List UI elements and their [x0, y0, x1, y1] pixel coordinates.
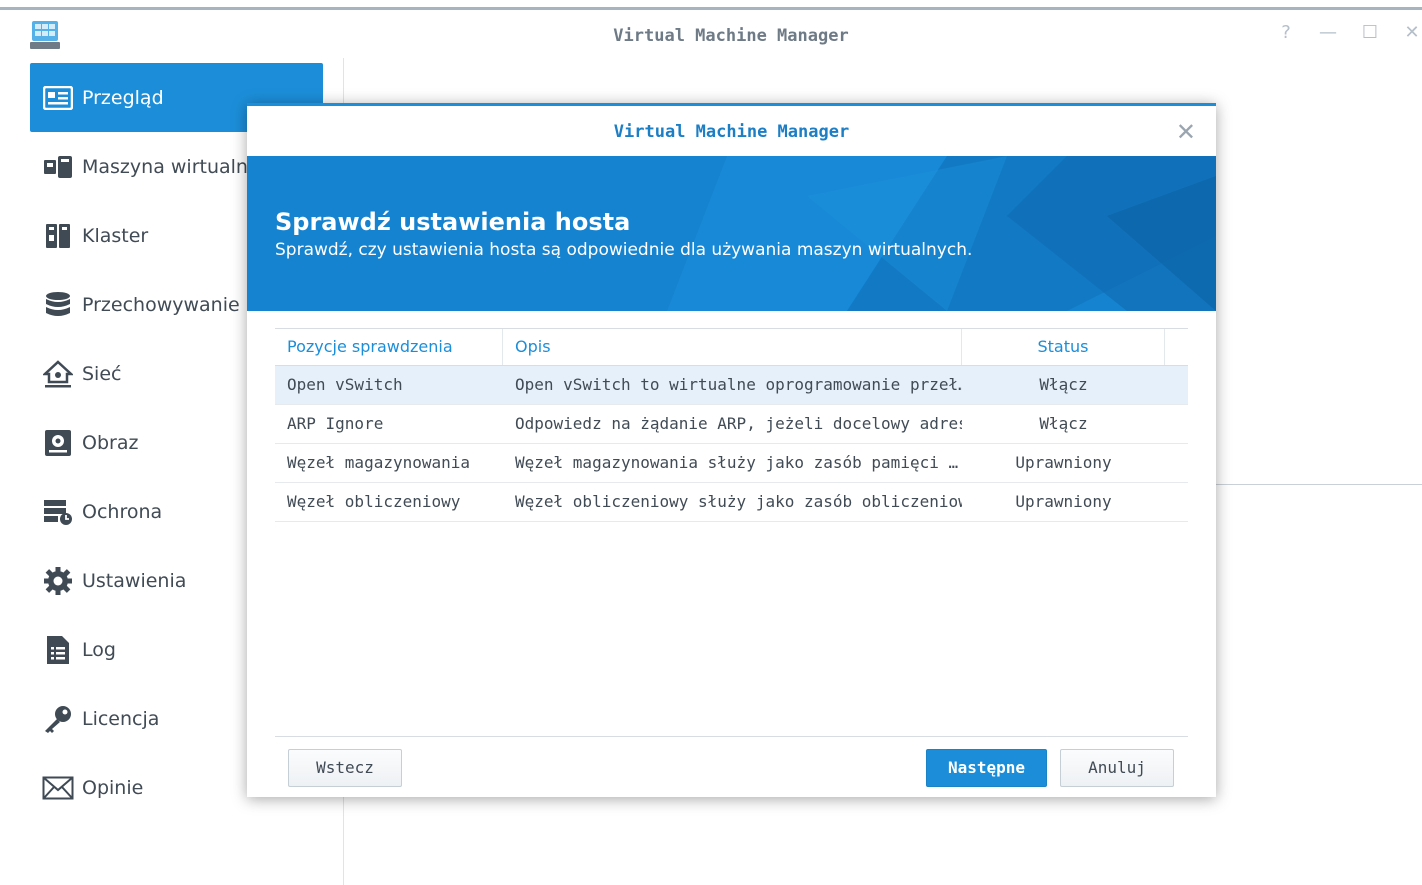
column-header-spacer [1165, 329, 1188, 365]
feedback-mail-icon [42, 772, 74, 804]
license-key-icon [42, 703, 74, 735]
sidebar-item-label: Przechowywanie [82, 293, 240, 316]
dialog-close-icon[interactable]: ✕ [1176, 118, 1196, 146]
window-top-border [0, 0, 1422, 10]
sidebar-item-label: Ustawienia [82, 569, 187, 592]
check-item-name: Węzeł obliczeniowy [287, 492, 461, 511]
image-icon [42, 427, 74, 459]
maximize-icon[interactable]: ☐ [1360, 22, 1380, 43]
virtual-machine-icon [42, 151, 74, 183]
table-header: Pozycje sprawdzenia Opis Status [275, 328, 1188, 366]
table-row[interactable]: Open vSwitch Open vSwitch to wirtualne o… [275, 366, 1188, 405]
overview-icon [42, 82, 74, 114]
host-check-dialog: Virtual Machine Manager ✕ Sprawdź ustawi… [247, 103, 1216, 797]
network-icon [42, 358, 74, 390]
next-button[interactable]: Następne [926, 749, 1047, 787]
column-header-status[interactable]: Status [962, 329, 1165, 365]
sidebar-item-label: Log [82, 638, 116, 661]
title-bar: Virtual Machine Manager ? — ☐ ✕ [0, 10, 1422, 58]
back-button[interactable]: Wstecz [288, 749, 402, 787]
check-item-description: Węzeł magazynowania służy jako zasób pam… [515, 453, 959, 472]
table-row[interactable]: ARP Ignore Odpowiedz na żądanie ARP, jeż… [275, 405, 1188, 444]
sidebar-item-label: Obraz [82, 431, 139, 454]
check-item-status: Włącz [1039, 375, 1088, 394]
check-item-description: Open vSwitch to wirtualne oprogramowanie… [515, 375, 962, 394]
sidebar-item-label: Sieć [82, 362, 122, 385]
close-window-icon[interactable]: ✕ [1402, 22, 1422, 43]
check-item-description: Odpowiedz na żądanie ARP, jeżeli docelow… [515, 414, 962, 433]
sidebar-item-label: Przegląd [82, 86, 164, 109]
sidebar-item-label: Ochrona [82, 500, 163, 523]
minimize-icon[interactable]: — [1318, 22, 1338, 43]
check-item-name: Węzeł magazynowania [287, 453, 471, 472]
table-row[interactable]: Węzeł obliczeniowy Węzeł obliczeniowy sł… [275, 483, 1188, 522]
check-item-name: Open vSwitch [287, 375, 403, 394]
banner-subtitle: Sprawdź, czy ustawienia hosta są odpowie… [275, 240, 973, 260]
column-header-items[interactable]: Pozycje sprawdzenia [275, 329, 503, 365]
banner-title: Sprawdź ustawienia hosta [275, 208, 631, 236]
cancel-button[interactable]: Anuluj [1060, 749, 1174, 787]
log-icon [42, 634, 74, 666]
footer-divider [275, 736, 1188, 737]
settings-icon [42, 565, 74, 597]
dialog-banner: Sprawdź ustawienia hosta Sprawdź, czy us… [247, 156, 1216, 311]
protection-icon [42, 496, 74, 528]
table-row[interactable]: Węzeł magazynowania Węzeł magazynowania … [275, 444, 1188, 483]
dialog-title: Virtual Machine Manager [613, 122, 850, 142]
help-icon[interactable]: ? [1276, 22, 1296, 43]
sidebar-item-label: Licencja [82, 707, 160, 730]
background-panel-divider [1216, 484, 1422, 485]
sidebar-item-label: Opinie [82, 776, 144, 799]
check-item-name: ARP Ignore [287, 414, 384, 433]
sidebar-item-label: Klaster [82, 224, 149, 247]
check-items-table: Pozycje sprawdzenia Opis Status Open vSw… [275, 328, 1188, 522]
check-item-description: Węzeł obliczeniowy służy jako zasób obli… [515, 492, 962, 511]
column-header-description[interactable]: Opis [503, 329, 962, 365]
cluster-icon [42, 220, 74, 252]
check-item-status: Uprawniony [1015, 453, 1112, 472]
storage-icon [42, 289, 74, 321]
window-title: Virtual Machine Manager [613, 26, 849, 46]
sidebar-item-label: Maszyna wirtualna [82, 155, 260, 178]
check-item-status: Uprawniony [1015, 492, 1112, 511]
check-item-status: Włącz [1039, 414, 1088, 433]
